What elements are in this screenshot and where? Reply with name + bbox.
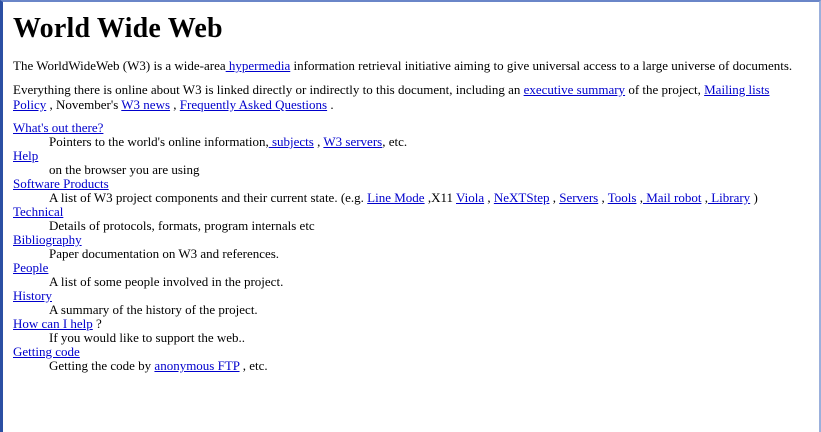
subjects-link[interactable]: subjects xyxy=(269,134,314,149)
hypermedia-link[interactable]: hypermedia xyxy=(226,58,290,73)
software-desc-before: A list of W3 project components and thei… xyxy=(49,190,368,205)
software-sep-x11: ,X11 xyxy=(424,190,456,205)
w3-servers-link[interactable]: W3 servers xyxy=(323,134,382,149)
help-description: on the browser you are using xyxy=(49,162,200,177)
list-item-term: Software Products xyxy=(13,176,819,191)
executive-summary-link[interactable]: executive summary xyxy=(524,82,625,97)
mail-robot-link[interactable]: Mail robot xyxy=(643,190,701,205)
whats-out-there-desc-mid: , xyxy=(313,134,324,149)
overview-text-before: Everything there is online about W3 is l… xyxy=(13,82,524,97)
people-link[interactable]: People xyxy=(13,260,48,275)
getting-code-desc-after: , etc. xyxy=(239,358,268,373)
list-item-term: History xyxy=(13,288,819,303)
overview-text-mid3: , xyxy=(170,97,180,112)
software-sep-3: , xyxy=(598,190,608,205)
faq-link[interactable]: Frequently Asked Questions xyxy=(180,97,327,112)
getting-code-desc-before: Getting the code by xyxy=(49,358,155,373)
software-products-description: A list of W3 project components and thei… xyxy=(49,190,819,205)
intro-text-after: information retrieval initiative aiming … xyxy=(290,58,793,73)
software-desc-after: ) xyxy=(750,190,758,205)
technical-description: Details of protocols, formats, program i… xyxy=(49,218,315,233)
list-item-description: Pointers to the world's online informati… xyxy=(49,134,819,149)
software-sep-2: , xyxy=(549,190,560,205)
whats-out-there-desc-before: Pointers to the world's online informati… xyxy=(49,134,269,149)
getting-code-link[interactable]: Getting code xyxy=(13,344,80,359)
document-body: World Wide Web The WorldWideWeb (W3) is … xyxy=(13,13,819,373)
how-can-i-help-description: If you would like to support the web.. xyxy=(49,330,246,345)
library-link[interactable]: Library xyxy=(708,190,750,205)
overview-text-end: . xyxy=(327,97,334,112)
nextstep-link[interactable]: NeXTStep xyxy=(494,190,550,205)
getting-code-description: Getting the code by anonymous FTP , etc. xyxy=(49,358,819,373)
software-products-link[interactable]: Software Products xyxy=(13,176,109,191)
servers-link[interactable]: Servers xyxy=(559,190,598,205)
list-item-term: How can I help ? xyxy=(13,316,819,331)
mailing-lists-link[interactable]: Mailing lists xyxy=(704,82,769,97)
overview-text-mid2: , November's xyxy=(46,97,122,112)
browser-window-frame: World Wide Web The WorldWideWeb (W3) is … xyxy=(0,0,821,432)
line-mode-link[interactable]: Line Mode xyxy=(367,190,424,205)
history-description: A summary of the history of the project. xyxy=(49,302,258,317)
viola-link[interactable]: Viola xyxy=(456,190,484,205)
list-item-term: What's out there? xyxy=(13,120,819,135)
topic-list: What's out there? Pointers to the world'… xyxy=(13,120,819,373)
whats-out-there-link[interactable]: What's out there? xyxy=(13,120,103,135)
intro-paragraph: The WorldWideWeb (W3) is a wide-area hyp… xyxy=(13,58,818,73)
overview-text-mid1: of the project, xyxy=(625,82,705,97)
history-link[interactable]: History xyxy=(13,288,52,303)
list-item-term: People xyxy=(13,260,819,275)
list-item-term: Bibliography xyxy=(13,232,819,247)
whats-out-there-desc-after: , etc. xyxy=(382,134,408,149)
help-link[interactable]: Help xyxy=(13,148,38,163)
intro-text-before: The WorldWideWeb (W3) is a wide-area xyxy=(13,58,226,73)
w3-news-link[interactable]: W3 news xyxy=(121,97,170,112)
software-sep-1: , xyxy=(484,190,494,205)
people-description: A list of some people involved in the pr… xyxy=(49,274,284,289)
page-title: World Wide Web xyxy=(13,13,223,44)
bibliography-description: Paper documentation on W3 and references… xyxy=(49,246,280,261)
technical-link[interactable]: Technical xyxy=(13,204,63,219)
policy-link[interactable]: Policy xyxy=(13,97,46,112)
bibliography-link[interactable]: Bibliography xyxy=(13,232,82,247)
list-item-term: Getting code xyxy=(13,344,819,359)
tools-link[interactable]: Tools xyxy=(608,190,637,205)
list-item-term: Technical xyxy=(13,204,819,219)
overview-paragraph: Everything there is online about W3 is l… xyxy=(13,82,819,112)
anonymous-ftp-link[interactable]: anonymous FTP xyxy=(154,358,239,373)
list-item-term: Help xyxy=(13,148,819,163)
how-can-i-help-link[interactable]: How can I help xyxy=(13,316,93,331)
how-can-i-help-suffix: ? xyxy=(92,316,102,331)
